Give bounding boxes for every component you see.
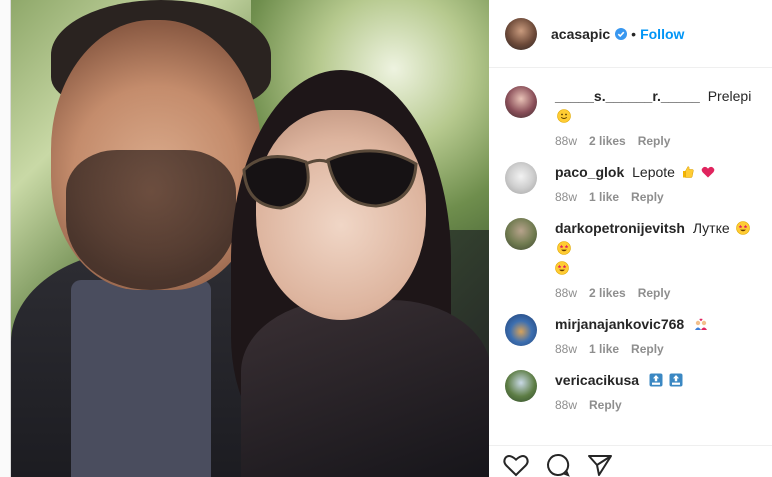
post-header: acasapic • Follow — [489, 0, 772, 68]
avatar[interactable] — [505, 17, 537, 50]
post-sidebar: acasapic • Follow _____s.______r._____ P… — [489, 0, 772, 477]
comment-username[interactable]: darkopetronijevitsh — [555, 220, 685, 236]
comment-likes[interactable]: 1 like — [589, 342, 619, 356]
star-struck-icon — [557, 241, 571, 255]
comment-icon[interactable] — [545, 453, 571, 477]
comment-age[interactable]: 88w — [555, 190, 577, 204]
comment: vericacikusa 88w Reply — [505, 370, 757, 412]
post-photo[interactable] — [11, 0, 489, 477]
instagram-post: acasapic • Follow _____s.______r._____ P… — [10, 0, 772, 477]
comment-age[interactable]: 88w — [555, 286, 577, 300]
commenter-avatar[interactable] — [505, 162, 537, 194]
comment-username[interactable]: mirjanajankovic768 — [555, 316, 684, 332]
commenter-avatar[interactable] — [505, 314, 537, 346]
commenter-avatar[interactable] — [505, 218, 537, 250]
comment: _____s.______r._____ Prelepi 88w 2 likes… — [505, 86, 757, 148]
follow-button[interactable]: Follow — [640, 26, 684, 42]
reply-button[interactable]: Reply — [631, 342, 664, 356]
comment-likes[interactable]: 2 likes — [589, 286, 626, 300]
comment-text: Лутке — [692, 220, 730, 236]
heart-icon[interactable] — [503, 453, 529, 477]
comment-age[interactable]: 88w — [555, 134, 577, 148]
star-struck-icon — [555, 261, 569, 275]
thumbs-up-icon — [682, 166, 694, 178]
comment-username[interactable]: _____s.______r._____ — [555, 88, 700, 104]
reply-button[interactable]: Reply — [589, 398, 622, 412]
comments-list: _____s.______r._____ Prelepi 88w 2 likes… — [489, 68, 772, 477]
top-arrow-icon — [669, 373, 683, 387]
comment: paco_glok Lepote 88w 1 like Reply — [505, 162, 757, 204]
reply-button[interactable]: Reply — [631, 190, 664, 204]
top-arrow-icon — [649, 373, 663, 387]
username[interactable]: acasapic — [551, 26, 610, 42]
comment-age[interactable]: 88w — [555, 398, 577, 412]
comment-username[interactable]: vericacikusa — [555, 372, 639, 388]
verified-badge-icon — [615, 27, 628, 40]
comment-text: Lepote — [632, 164, 675, 180]
separator: • — [631, 25, 637, 42]
commenter-avatar[interactable] — [505, 86, 537, 118]
comment-likes[interactable]: 2 likes — [589, 134, 626, 148]
comment: mirjanajankovic768 88w 1 like Reply — [505, 314, 757, 356]
post-actions-bar — [489, 445, 772, 477]
comment-age[interactable]: 88w — [555, 342, 577, 356]
slightly-smiling-face-icon — [557, 109, 571, 123]
comment-likes[interactable]: 1 like — [589, 190, 619, 204]
comment: darkopetronijevitsh Лутке 88w 2 likes Re… — [505, 218, 757, 300]
couple-with-heart-icon — [695, 318, 708, 330]
comment-username[interactable]: paco_glok — [555, 164, 624, 180]
sunglasses — [242, 149, 418, 210]
star-struck-icon — [735, 221, 750, 235]
comment-text: Prelepi — [707, 88, 752, 104]
commenter-avatar[interactable] — [505, 370, 537, 402]
reply-button[interactable]: Reply — [638, 134, 671, 148]
reply-button[interactable]: Reply — [638, 286, 671, 300]
share-icon[interactable] — [587, 453, 613, 477]
heart-icon — [701, 166, 715, 178]
